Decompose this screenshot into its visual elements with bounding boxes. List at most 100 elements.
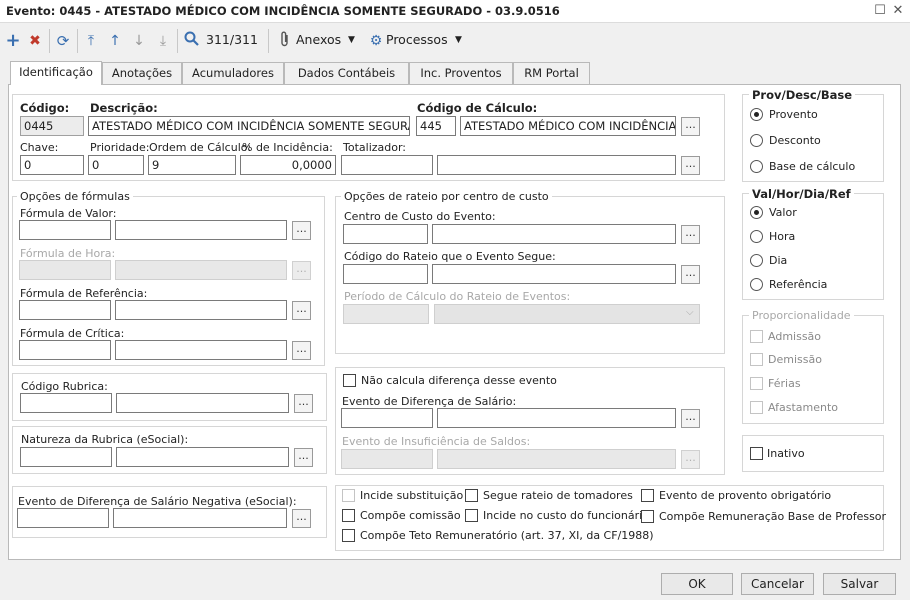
evento-diferenca-lookup-button[interactable]: ...	[681, 409, 700, 428]
formula-valor-desc-field[interactable]	[115, 220, 287, 240]
anexos-menu[interactable]: Anexos	[296, 32, 341, 47]
proporcionalidade-label: Proporcionalidade	[749, 309, 854, 322]
evento-diferenca-code-field[interactable]	[341, 408, 433, 428]
salvar-button[interactable]: Salvar	[823, 573, 896, 595]
codigo-label: Código:	[20, 101, 70, 115]
formula-critica-desc-field[interactable]	[115, 340, 287, 360]
formula-critica-lookup-button[interactable]: ...	[292, 341, 311, 360]
close-icon[interactable]: ✕	[890, 3, 906, 19]
codigo-rubrica-lookup-button[interactable]: ...	[294, 394, 313, 413]
codigo-calculo-desc-field[interactable]: ATESTADO MÉDICO COM INCIDÊNCIA SC	[460, 116, 676, 136]
codigo-calculo-field[interactable]: 445	[416, 116, 456, 136]
delete-icon[interactable]: ✖	[26, 31, 44, 51]
provento-radio[interactable]	[750, 108, 763, 121]
valor-radio[interactable]	[750, 206, 763, 219]
inativo-label: Inativo	[767, 447, 805, 460]
previous-record-icon[interactable]: ↑	[106, 31, 124, 51]
formulas-group-label: Opções de fórmulas	[17, 190, 133, 203]
formula-referencia-code-field[interactable]	[19, 300, 111, 320]
codigo-field[interactable]: 0445	[20, 116, 84, 136]
gear-icon[interactable]: ⚙	[368, 31, 384, 51]
rateio-group-label: Opções de rateio por centro de custo	[341, 190, 552, 203]
paperclip-icon[interactable]	[278, 31, 292, 51]
formula-referencia-lookup-button[interactable]: ...	[292, 301, 311, 320]
chevron-down-icon[interactable]: ▼	[455, 35, 462, 45]
inativo-checkbox[interactable]	[750, 447, 763, 460]
last-record-icon[interactable]: ⤓	[154, 31, 172, 51]
codigo-calculo-lookup-button[interactable]: ...	[681, 117, 700, 136]
val-hor-dia-ref-label: Val/Hor/Dia/Ref	[749, 187, 854, 201]
totalizador-desc-field[interactable]	[437, 155, 676, 175]
cancelar-button[interactable]: Cancelar	[741, 573, 814, 595]
incide-substituicao-checkbox	[342, 489, 355, 502]
formula-valor-lookup-button[interactable]: ...	[292, 221, 311, 240]
tab-acumuladores[interactable]: Acumuladores	[182, 62, 284, 84]
base-calculo-radio[interactable]	[750, 160, 763, 173]
first-record-icon[interactable]: ⤒	[82, 31, 100, 51]
compoe-comissao-checkbox[interactable]	[342, 509, 355, 522]
compoe-teto-checkbox[interactable]	[342, 529, 355, 542]
tab-rm-portal[interactable]: RM Portal	[513, 62, 590, 84]
compoe-professor-checkbox[interactable]	[641, 510, 654, 523]
codigo-rubrica-code-field[interactable]	[20, 393, 112, 413]
evento-diferenca-desc-field[interactable]	[437, 408, 676, 428]
next-record-icon[interactable]: ↓	[130, 31, 148, 51]
processos-menu[interactable]: Processos	[386, 32, 448, 47]
search-icon[interactable]	[182, 31, 200, 51]
incidencia-field[interactable]: 0,0000	[240, 155, 336, 175]
tab-identificacao[interactable]: Identificação	[10, 61, 102, 85]
totalizador-label: Totalizador:	[343, 141, 407, 154]
tab-dados-contabeis[interactable]: Dados Contábeis	[284, 62, 409, 84]
tab-anotacoes[interactable]: Anotações	[102, 62, 182, 84]
totalizador-lookup-button[interactable]: ...	[681, 156, 700, 175]
chevron-down-icon[interactable]: ▼	[348, 35, 355, 45]
hora-radio[interactable]	[750, 230, 763, 243]
codigo-rateio-desc-field[interactable]	[432, 264, 676, 284]
admissao-label: Admissão	[768, 330, 822, 343]
refresh-icon[interactable]: ⟳	[54, 31, 72, 51]
toolbar: + ✖ ⟳ ⤒ ↑ ↓ ⤓ 311/311 Anexos ▼ ⚙ Process…	[0, 24, 910, 58]
nao-calcula-checkbox[interactable]	[343, 374, 356, 387]
tab-inc-proventos[interactable]: Inc. Proventos	[409, 62, 513, 84]
incide-substituicao-label: Incide substituição	[360, 489, 464, 502]
toolbar-separator	[77, 29, 78, 53]
formula-referencia-desc-field[interactable]	[115, 300, 287, 320]
chevron-down-icon: ⌵	[686, 307, 694, 318]
codigo-rateio-code-field[interactable]	[343, 264, 428, 284]
natureza-rubrica-label: Natureza da Rubrica (eSocial):	[21, 433, 189, 446]
formula-hora-code-field	[19, 260, 111, 280]
natureza-rubrica-lookup-button[interactable]: ...	[294, 448, 313, 467]
formula-critica-label: Fórmula de Crítica:	[20, 327, 125, 340]
chave-field[interactable]: 0	[20, 155, 84, 175]
provento-obrigatorio-checkbox[interactable]	[641, 489, 654, 502]
codigo-rateio-lookup-button[interactable]: ...	[681, 265, 700, 284]
segue-rateio-checkbox[interactable]	[465, 489, 478, 502]
incide-custo-label: Incide no custo do funcionário	[483, 509, 649, 522]
desconto-radio[interactable]	[750, 134, 763, 147]
maximize-icon[interactable]: ☐	[872, 3, 888, 19]
diferenca-negativa-lookup-button[interactable]: ...	[292, 509, 311, 528]
codigo-rubrica-desc-field[interactable]	[116, 393, 289, 413]
totalizador-code-field[interactable]	[341, 155, 433, 175]
formula-hora-label: Fórmula de Hora:	[20, 247, 116, 260]
dia-radio[interactable]	[750, 254, 763, 267]
natureza-rubrica-desc-field[interactable]	[116, 447, 289, 467]
formula-critica-code-field[interactable]	[19, 340, 111, 360]
prioridade-field[interactable]: 0	[88, 155, 144, 175]
centro-custo-code-field[interactable]	[343, 224, 428, 244]
centro-custo-desc-field[interactable]	[432, 224, 676, 244]
formula-valor-code-field[interactable]	[19, 220, 111, 240]
descricao-field[interactable]: ATESTADO MÉDICO COM INCIDÊNCIA SOMENTE S…	[88, 116, 410, 136]
diferenca-negativa-code-field[interactable]	[17, 508, 109, 528]
natureza-rubrica-code-field[interactable]	[20, 447, 112, 467]
ordem-calculo-label: Ordem de Cálculo:	[149, 141, 252, 154]
toolbar-separator	[268, 29, 269, 53]
add-icon[interactable]: +	[4, 31, 22, 51]
incide-custo-checkbox[interactable]	[465, 509, 478, 522]
incidencia-label: % de Incidência:	[242, 141, 333, 154]
ok-button[interactable]: OK	[661, 573, 733, 595]
diferenca-negativa-desc-field[interactable]	[113, 508, 287, 528]
centro-custo-lookup-button[interactable]: ...	[681, 225, 700, 244]
referencia-radio[interactable]	[750, 278, 763, 291]
ordem-calculo-field[interactable]: 9	[148, 155, 236, 175]
